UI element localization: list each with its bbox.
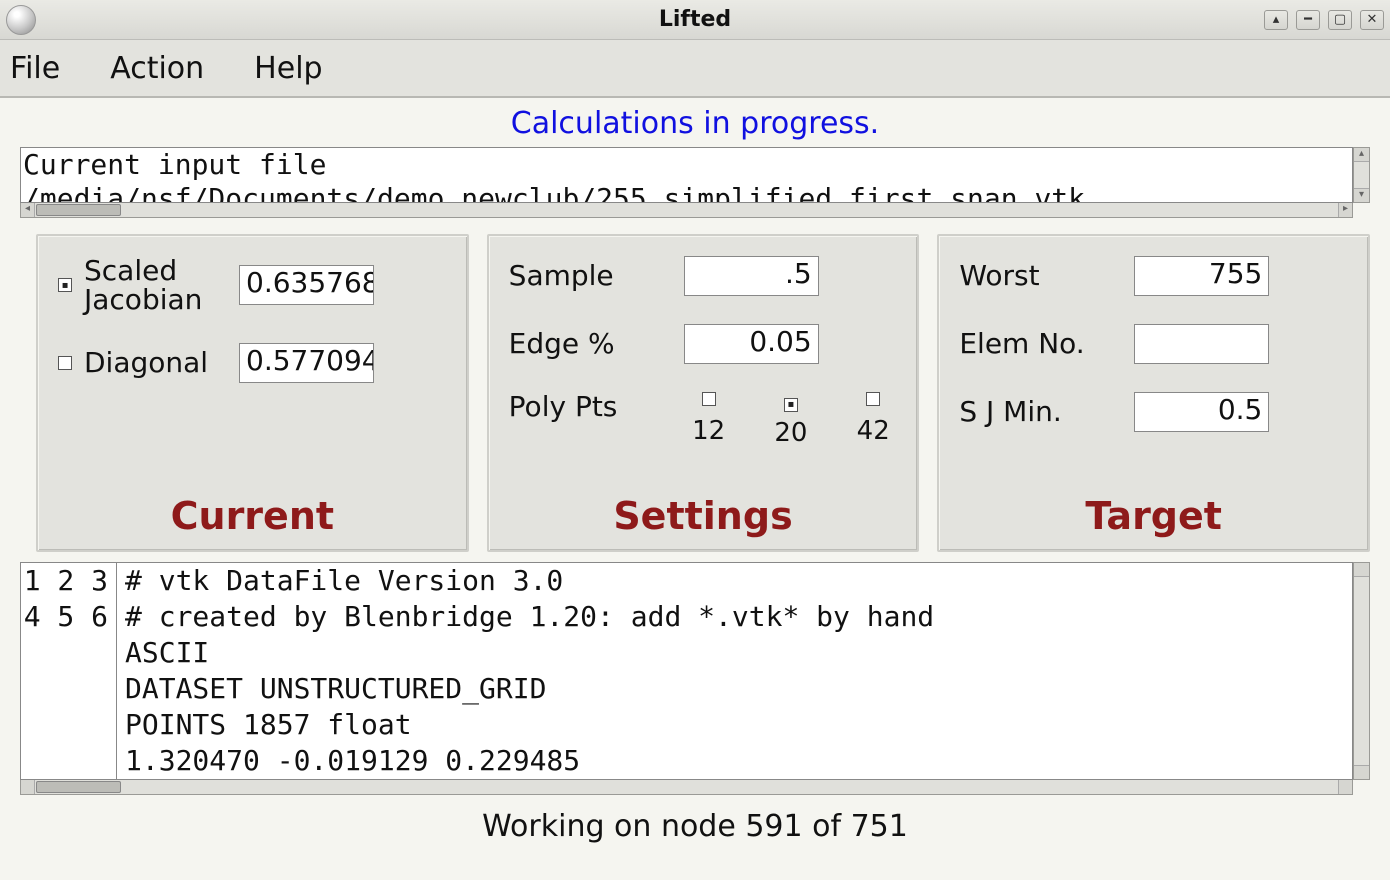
maximize-icon[interactable]: ▢	[1328, 10, 1352, 30]
input-file-vscroll[interactable]: ▴▾	[1353, 147, 1370, 203]
worst-value[interactable]: 755	[1134, 256, 1269, 296]
menu-help[interactable]: Help	[254, 51, 322, 86]
sjmin-label: S J Min.	[959, 397, 1134, 426]
editor-code[interactable]: # vtk DataFile Version 3.0 # created by …	[117, 563, 934, 779]
polypts-42-label: 42	[857, 416, 890, 446]
polypts-12-label: 12	[692, 416, 725, 446]
polypts-20-checkbox[interactable]: ▪	[784, 398, 798, 412]
edge-value[interactable]: 0.05	[684, 324, 819, 364]
input-file-hscroll[interactable]: ◂▸	[20, 203, 1353, 218]
diagonal-label: Diagonal	[84, 348, 239, 377]
panel-current: ▪ Scaled Jacobian 0.635768 Diagonal 0.57…	[36, 234, 469, 552]
app-icon	[6, 5, 36, 35]
input-file-area[interactable]: Current input file /media/nsf/Documents/…	[20, 147, 1353, 203]
elemno-value[interactable]	[1134, 324, 1269, 364]
diagonal-checkbox[interactable]	[58, 356, 72, 370]
menu-action[interactable]: Action	[110, 51, 204, 86]
panel-target: Worst 755 Elem No. S J Min. 0.5 Target	[937, 234, 1370, 552]
menubar: File Action Help	[0, 40, 1390, 98]
rollup-icon[interactable]: ▴	[1264, 10, 1288, 30]
input-file-area-wrap: Current input file /media/nsf/Documents/…	[20, 147, 1370, 218]
polypts-label: Poly Pts	[509, 392, 675, 421]
polypts-20-label: 20	[774, 418, 807, 448]
titlebar: Lifted ▴ ━ ▢ ✕	[0, 0, 1390, 40]
edge-label: Edge %	[509, 329, 684, 358]
elemno-label: Elem No.	[959, 329, 1134, 358]
polypts-group: 12 ▪ 20 42	[685, 392, 898, 448]
scaled-jacobian-checkbox[interactable]: ▪	[58, 278, 72, 292]
scaled-jacobian-label: Scaled Jacobian	[84, 256, 239, 315]
editor-vscroll[interactable]	[1353, 562, 1370, 780]
polypts-12-checkbox[interactable]	[702, 392, 716, 406]
close-icon[interactable]: ✕	[1360, 10, 1384, 30]
panel-settings-title: Settings	[489, 494, 918, 538]
editor-gutter: 1 2 3 4 5 6	[21, 563, 117, 779]
panel-target-title: Target	[939, 494, 1368, 538]
progress-text: Working on node 591 of 751	[0, 809, 1390, 844]
sjmin-value[interactable]: 0.5	[1134, 392, 1269, 432]
editor-wrap: 1 2 3 4 5 6 # vtk DataFile Version 3.0 #…	[20, 562, 1370, 795]
panel-settings: Sample .5 Edge % 0.05 Poly Pts 12 ▪ 20 4…	[487, 234, 920, 552]
window-buttons: ▴ ━ ▢ ✕	[1264, 10, 1384, 30]
panel-current-title: Current	[38, 494, 467, 538]
scaled-jacobian-value[interactable]: 0.635768	[239, 265, 374, 305]
panels-row: ▪ Scaled Jacobian 0.635768 Diagonal 0.57…	[36, 234, 1370, 552]
sample-value[interactable]: .5	[684, 256, 819, 296]
editor[interactable]: 1 2 3 4 5 6 # vtk DataFile Version 3.0 #…	[20, 562, 1353, 780]
minimize-icon[interactable]: ━	[1296, 10, 1320, 30]
polypts-42-checkbox[interactable]	[866, 392, 880, 406]
editor-hscroll[interactable]	[20, 780, 1353, 795]
diagonal-value[interactable]: 0.577094	[239, 343, 374, 383]
window-title: Lifted	[0, 7, 1390, 32]
menu-file[interactable]: File	[10, 51, 60, 86]
sample-label: Sample	[509, 261, 684, 290]
worst-label: Worst	[959, 261, 1134, 290]
status-message: Calculations in progress.	[0, 98, 1390, 147]
